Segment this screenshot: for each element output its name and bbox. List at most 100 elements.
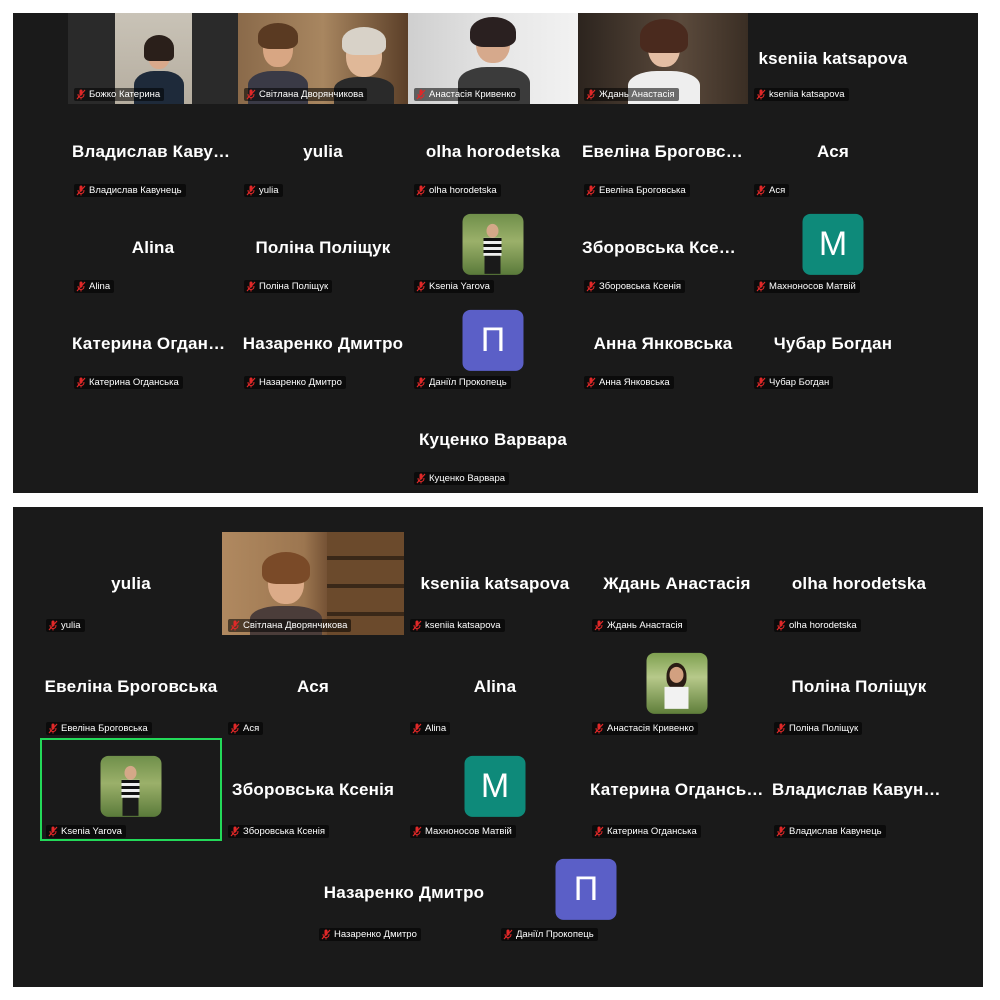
mic-muted-icon [76,185,86,196]
mic-muted-icon [230,723,240,734]
mic-muted-icon [586,89,596,100]
mic-muted-icon [416,89,426,100]
participant-name: Зборовська Ксенія [231,779,395,799]
participant-label: Ждань Анастасія [592,619,687,632]
participant-tile[interactable]: Анна Янковська Анна Янковська [578,296,748,392]
participant-name: Alina [131,238,175,257]
mic-muted-icon [756,89,766,100]
participant-tile[interactable]: olha horodetska olha horodetska [768,532,950,635]
mic-muted-icon [594,826,604,837]
participant-name: Куценко Варвара [418,430,568,449]
mic-muted-icon [776,723,786,734]
participant-label: Чубар Богдан [754,376,834,389]
participant-tile[interactable]: Alina Alina [404,635,586,738]
mic-muted-icon [48,826,58,837]
participant-name: yulia [111,573,151,593]
participant-label: Поліна Поліщук [774,722,863,735]
video-tile-svitlana[interactable]: Світлана Дворянчикова [238,13,408,104]
participant-label: Ася [754,184,790,197]
participant-tile[interactable]: Назаренко Дмитро Назаренко Дмитро [238,296,408,392]
mic-muted-icon [230,620,240,631]
participant-tile[interactable]: Анастасія Кривенко [586,635,768,738]
participant-tile[interactable]: yulia yulia [40,532,222,635]
participant-name: Ася [296,676,330,696]
participant-tile[interactable]: kseniia katsapova kseniia katsapova [404,532,586,635]
participant-label: Куценко Варвара [414,472,510,485]
participant-tile[interactable]: Евеліна Броговська Евеліна Броговська [40,635,222,738]
participant-name: olha horodetska [791,573,927,593]
participant-tile[interactable]: Зборовська Ксенія Зборовська Ксенія [578,200,748,296]
mic-muted-icon [756,377,766,388]
participant-label: Ksenia Yarova [46,825,126,838]
participant-tile[interactable]: Ждань Анастасія Ждань Анастасія [586,532,768,635]
participant-tile[interactable]: Чубар Богдан Чубар Богдан [748,296,918,392]
profile-photo [646,652,708,714]
participant-name: Ася [816,142,850,161]
participant-label: Поліна Поліщук [244,280,333,293]
participant-tile[interactable]: П Даніїл Прокопець [495,841,677,944]
initial-avatar: М [464,755,526,817]
participant-label: Зборовська Ксенія [228,825,330,838]
participant-label: Світлана Дворянчикова [228,619,352,632]
participant-name: yulia [303,142,343,161]
participant-label: olha horodetska [774,619,861,632]
participant-label: Божко Катерина [74,88,165,101]
participant-label: Катерина Огданська [592,825,701,838]
participant-label: Світлана Дворянчикова [244,88,368,101]
participant-tile[interactable]: Катерина Огданська Катерина Огданська [68,296,238,392]
participant-tile[interactable]: Назаренко Дмитро Назаренко Дмитро [313,841,495,944]
participant-name: Владислав Кавунець [772,779,946,799]
participant-label: Даніїл Прокопець [501,928,598,941]
participant-tile[interactable]: П Даніїл Прокопець [408,296,578,392]
mic-muted-icon [503,929,513,940]
mic-muted-icon [412,826,422,837]
participant-tile[interactable]: М Махноносов Матвій [404,738,586,841]
participant-tile[interactable]: Куценко Варвара Куценко Варвара [408,392,578,488]
participant-tile[interactable]: Владислав Кавунець Владислав Кавунець [68,104,238,200]
participant-tile[interactable]: Евеліна Броговська Евеліна Броговська [578,104,748,200]
mic-muted-icon [416,377,426,388]
participant-label: yulia [244,184,283,197]
participant-label: Анастасія Кривенко [414,88,520,101]
participant-tile[interactable]: kseniia katsapova kseniia katsapova [748,13,918,104]
mic-muted-icon [756,281,766,292]
participant-tile[interactable]: Катерина Огданська Катерина Огданська [586,738,768,841]
participant-label: Евеліна Броговська [584,184,690,197]
participant-tile[interactable]: Alina Alina [68,200,238,296]
participant-name: Зборовська Ксенія [582,238,744,257]
mic-muted-icon [412,723,422,734]
mic-muted-icon [586,377,596,388]
video-tile-svitlana[interactable]: Світлана Дворянчикова [222,532,404,635]
mic-muted-icon [48,723,58,734]
participant-tile[interactable]: olha horodetska olha horodetska [408,104,578,200]
mic-muted-icon [48,620,58,631]
participant-tile[interactable]: Зборовська Ксенія Зборовська Ксенія [222,738,404,841]
participant-label: Ждань Анастасія [584,88,679,101]
video-tile-bozhko[interactable]: Божко Катерина [68,13,238,104]
participant-name: Катерина Огданська [72,334,234,353]
participant-tile[interactable]: Поліна Поліщук Поліна Поліщук [238,200,408,296]
participant-tile[interactable]: Владислав Кавунець Владислав Кавунець [768,738,950,841]
participant-name: Евеліна Броговська [582,142,744,161]
participant-label: kseniia katsapova [754,88,849,101]
participant-tile[interactable]: Ksenia Yarova [40,738,222,841]
participant-label: Назаренко Дмитро [244,376,346,389]
video-tile-kryvenko[interactable]: Анастасія Кривенко [408,13,578,104]
participant-tile[interactable]: Ksenia Yarova [408,200,578,296]
mic-muted-icon [246,281,256,292]
mic-muted-icon [416,473,426,484]
mic-muted-icon [412,620,422,631]
participant-label: Ася [228,722,264,735]
participant-tile[interactable]: yulia yulia [238,104,408,200]
participant-tile[interactable]: Ася Ася [748,104,918,200]
mic-muted-icon [776,826,786,837]
video-tile-zhdan[interactable]: Ждань Анастасія [578,13,748,104]
participant-name: kseniia katsapova [420,573,570,593]
participant-tile[interactable]: Ася Ася [222,635,404,738]
mic-muted-icon [76,281,86,292]
participant-name: Назаренко Дмитро [323,882,485,902]
mic-muted-icon [230,826,240,837]
participant-tile[interactable]: Поліна Поліщук Поліна Поліщук [768,635,950,738]
participant-tile[interactable]: М Махноносов Матвій [748,200,918,296]
participant-name: Владислав Кавунець [72,142,234,161]
